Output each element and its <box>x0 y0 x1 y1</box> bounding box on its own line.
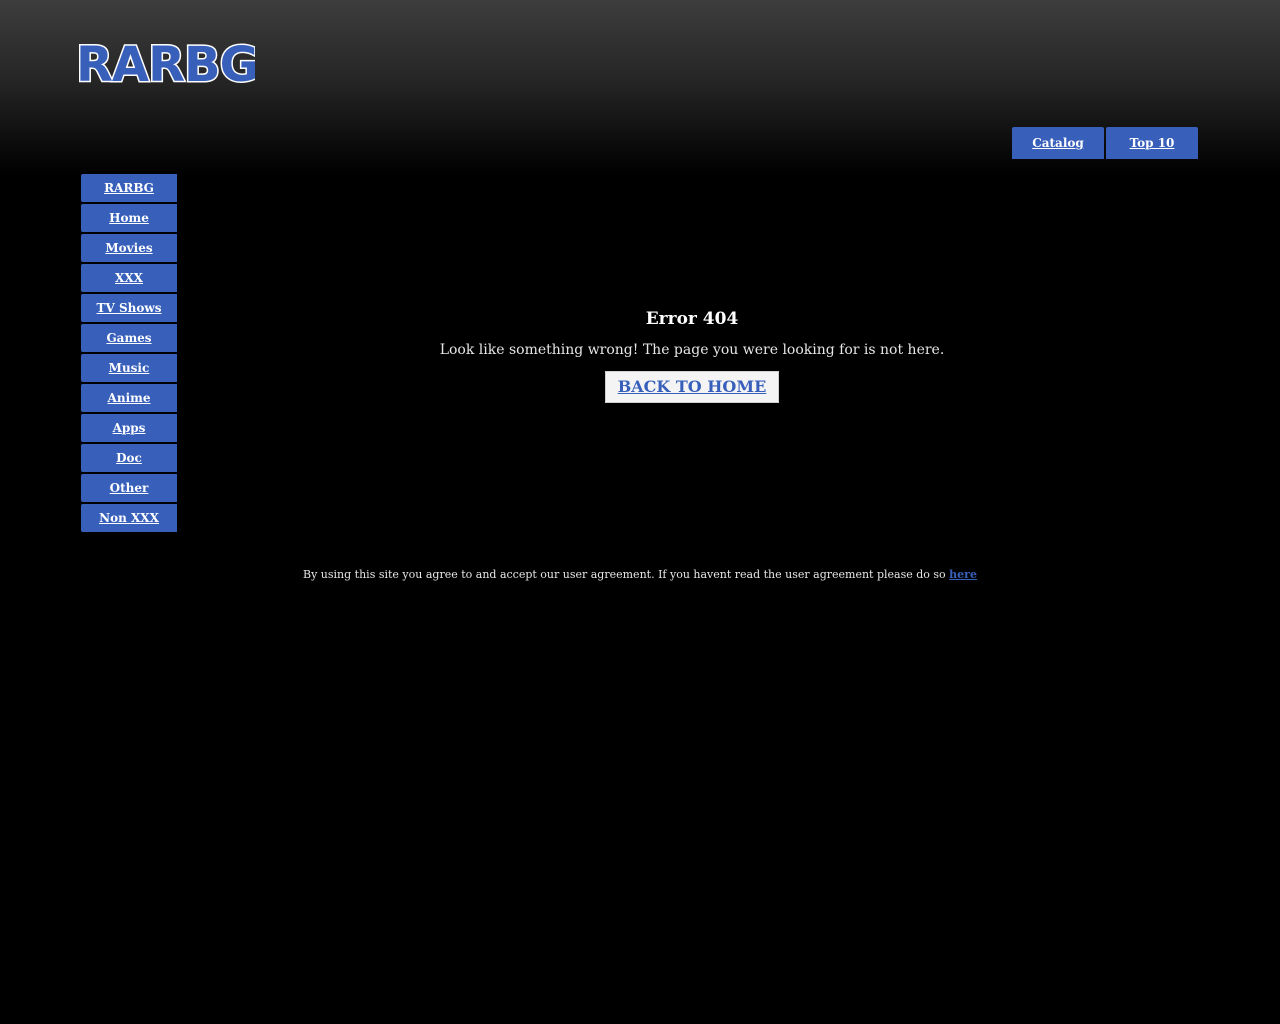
sidebar-item-tv-shows[interactable]: TV Shows <box>81 294 177 322</box>
sidebar-item-rarbg[interactable]: RARBG <box>81 174 177 202</box>
back-to-home-button[interactable]: BACK TO HOME <box>604 371 780 403</box>
error-message: Look like something wrong! The page you … <box>439 342 945 358</box>
error-panel: Error 404 Look like something wrong! The… <box>392 306 992 403</box>
top-nav-catalog-link[interactable]: Catalog <box>1012 127 1104 159</box>
top-nav-top10-link[interactable]: Top 10 <box>1106 127 1198 159</box>
sidebar-item-games[interactable]: Games <box>81 324 177 352</box>
sidebar-item-non-xxx[interactable]: Non XXX <box>81 504 177 532</box>
sidebar-item-music[interactable]: Music <box>81 354 177 382</box>
svg-text:RARBG: RARBG <box>79 38 255 88</box>
rarbg-logo-graphic: RARBG <box>79 38 255 88</box>
user-agreement-link[interactable]: here <box>949 568 977 581</box>
sidebar-item-anime[interactable]: Anime <box>81 384 177 412</box>
site-logo[interactable]: RARBG <box>79 38 255 88</box>
footer-agreement: By using this site you agree to and acce… <box>0 568 1280 581</box>
top-nav: Catalog Top 10 <box>1012 127 1198 159</box>
sidebar-item-apps[interactable]: Apps <box>81 414 177 442</box>
error-title: Error 404 <box>645 309 739 329</box>
sidebar-item-other[interactable]: Other <box>81 474 177 502</box>
sidebar-item-home[interactable]: Home <box>81 204 177 232</box>
footer-agreement-text: By using this site you agree to and acce… <box>303 568 950 581</box>
sidebar-item-xxx[interactable]: XXX <box>81 264 177 292</box>
sidebar-nav: RARBG Home Movies XXX TV Shows Games Mus… <box>81 174 177 534</box>
sidebar-item-movies[interactable]: Movies <box>81 234 177 262</box>
sidebar-item-doc[interactable]: Doc <box>81 444 177 472</box>
